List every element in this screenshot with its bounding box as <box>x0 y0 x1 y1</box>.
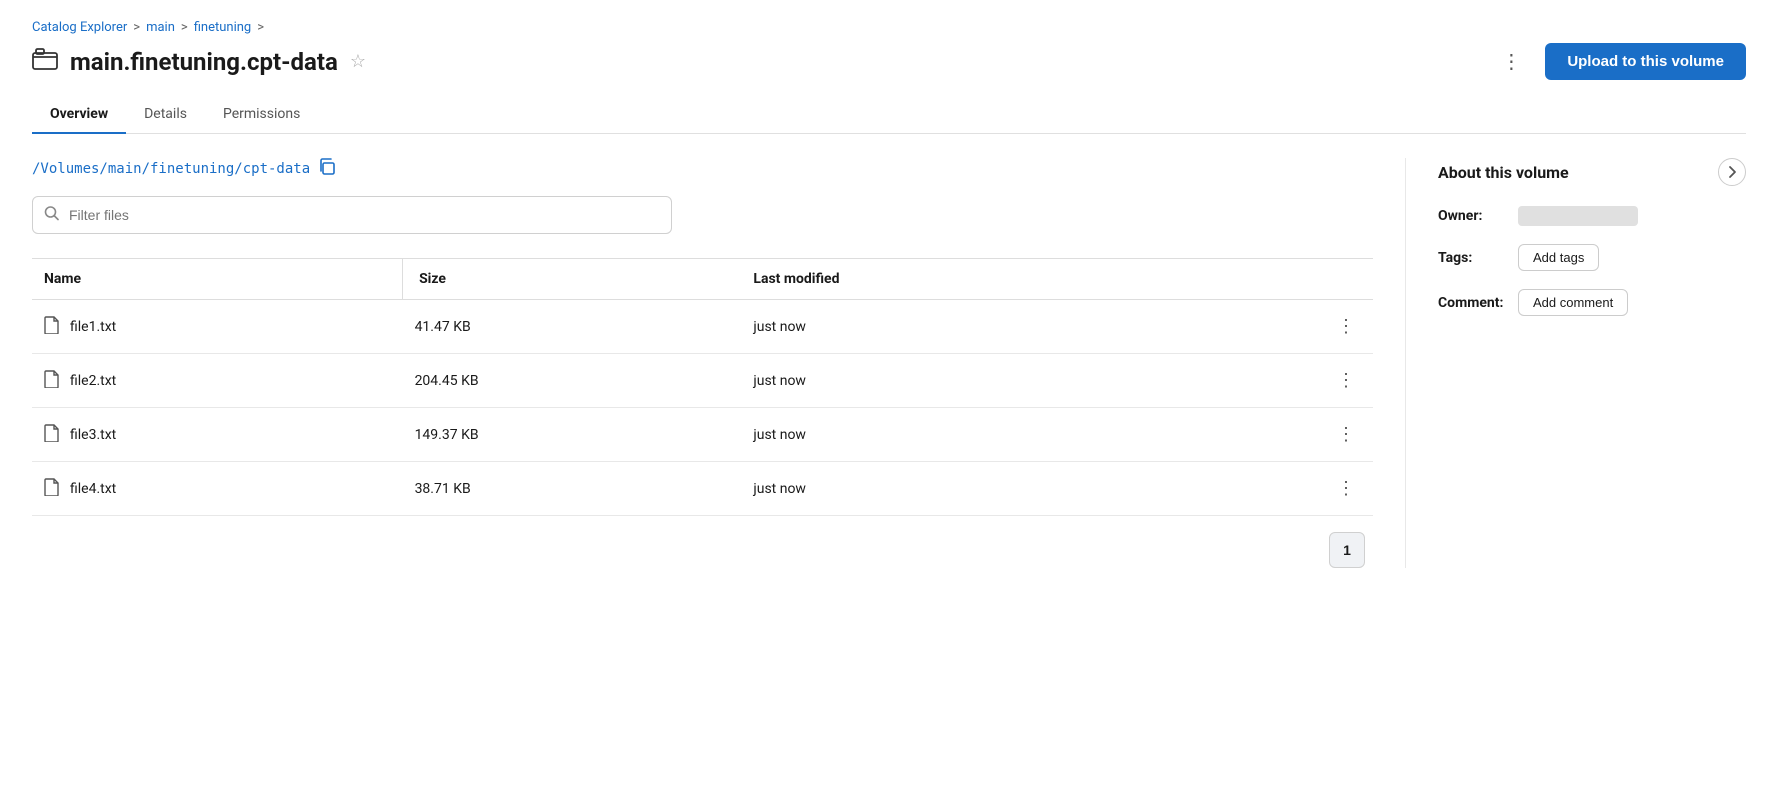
search-icon <box>44 206 59 225</box>
table-row: file3.txt 149.37 KB just now ⋮ <box>32 408 1373 462</box>
comment-row: Comment: Add comment <box>1438 289 1746 316</box>
about-header: About this volume <box>1438 158 1746 186</box>
title-area: main.finetuning.cpt-data ☆ <box>32 48 366 76</box>
file-size-2: 149.37 KB <box>403 408 742 462</box>
file-name-2: file3.txt <box>70 427 116 443</box>
row-kebab-2[interactable]: ⋮ <box>1331 422 1361 447</box>
tabs: Overview Details Permissions <box>32 96 1746 134</box>
file-name-1: file2.txt <box>70 373 116 389</box>
left-panel: /Volumes/main/finetuning/cpt-data <box>32 158 1406 568</box>
tab-overview[interactable]: Overview <box>32 96 126 134</box>
breadcrumb-main[interactable]: main <box>146 20 175 35</box>
file-table: Name Size Last modified <box>32 258 1373 516</box>
row-kebab-3[interactable]: ⋮ <box>1331 476 1361 501</box>
file-name-cell-3: file4.txt <box>32 462 403 516</box>
file-modified-1: just now <box>741 354 1165 408</box>
file-size-3: 38.71 KB <box>403 462 742 516</box>
owner-row: Owner: <box>1438 206 1746 226</box>
breadcrumb-catalog-explorer[interactable]: Catalog Explorer <box>32 20 127 35</box>
file-icon-0 <box>44 316 60 338</box>
file-icon-2 <box>44 424 60 446</box>
row-kebab-0[interactable]: ⋮ <box>1331 314 1361 339</box>
col-modified: Last modified <box>741 259 1165 300</box>
tags-row: Tags: Add tags <box>1438 244 1746 271</box>
file-actions-2: ⋮ <box>1165 408 1373 462</box>
header-actions: ⋮ Upload to this volume <box>1493 43 1746 80</box>
pagination: 1 <box>32 532 1373 568</box>
breadcrumb-finetuning[interactable]: finetuning <box>194 20 252 35</box>
table-row: file1.txt 41.47 KB just now ⋮ <box>32 300 1373 354</box>
file-modified-3: just now <box>741 462 1165 516</box>
more-options-button[interactable]: ⋮ <box>1493 45 1529 78</box>
comment-label: Comment: <box>1438 295 1508 311</box>
col-size: Size <box>403 259 742 300</box>
volume-path-row: /Volumes/main/finetuning/cpt-data <box>32 158 1373 180</box>
filter-input[interactable] <box>32 196 672 234</box>
file-modified-2: just now <box>741 408 1165 462</box>
about-title: About this volume <box>1438 163 1569 182</box>
page-title: main.finetuning.cpt-data <box>70 48 338 76</box>
main-content: /Volumes/main/finetuning/cpt-data <box>32 134 1746 568</box>
breadcrumb: Catalog Explorer > main > finetuning > <box>32 20 1746 35</box>
col-actions <box>1165 259 1373 300</box>
file-name-cell-2: file3.txt <box>32 408 403 462</box>
tags-label: Tags: <box>1438 250 1508 266</box>
header-row: main.finetuning.cpt-data ☆ ⋮ Upload to t… <box>32 43 1746 80</box>
file-modified-0: just now <box>741 300 1165 354</box>
filter-input-wrap <box>32 196 672 234</box>
file-actions-1: ⋮ <box>1165 354 1373 408</box>
tab-details[interactable]: Details <box>126 96 205 134</box>
row-kebab-1[interactable]: ⋮ <box>1331 368 1361 393</box>
volume-path: /Volumes/main/finetuning/cpt-data <box>32 161 310 177</box>
right-panel: About this volume Owner: Tags: Add tags … <box>1406 158 1746 568</box>
upload-button[interactable]: Upload to this volume <box>1545 43 1746 80</box>
copy-icon[interactable] <box>318 158 336 180</box>
file-size-0: 41.47 KB <box>403 300 742 354</box>
file-actions-0: ⋮ <box>1165 300 1373 354</box>
file-name-cell-0: file1.txt <box>32 300 403 354</box>
volume-icon <box>32 48 58 76</box>
add-tags-button[interactable]: Add tags <box>1518 244 1599 271</box>
owner-label: Owner: <box>1438 208 1508 224</box>
col-name: Name <box>32 259 403 300</box>
file-icon-1 <box>44 370 60 392</box>
tab-permissions[interactable]: Permissions <box>205 96 318 134</box>
file-name-cell-1: file2.txt <box>32 354 403 408</box>
page-1-button[interactable]: 1 <box>1329 532 1365 568</box>
file-actions-3: ⋮ <box>1165 462 1373 516</box>
file-icon-3 <box>44 478 60 500</box>
file-name-3: file4.txt <box>70 481 116 497</box>
table-row: file4.txt 38.71 KB just now ⋮ <box>32 462 1373 516</box>
add-comment-button[interactable]: Add comment <box>1518 289 1628 316</box>
expand-button[interactable] <box>1718 158 1746 186</box>
file-size-1: 204.45 KB <box>403 354 742 408</box>
file-name-0: file1.txt <box>70 319 116 335</box>
table-row: file2.txt 204.45 KB just now ⋮ <box>32 354 1373 408</box>
star-icon[interactable]: ☆ <box>350 51 366 72</box>
owner-value <box>1518 206 1638 226</box>
